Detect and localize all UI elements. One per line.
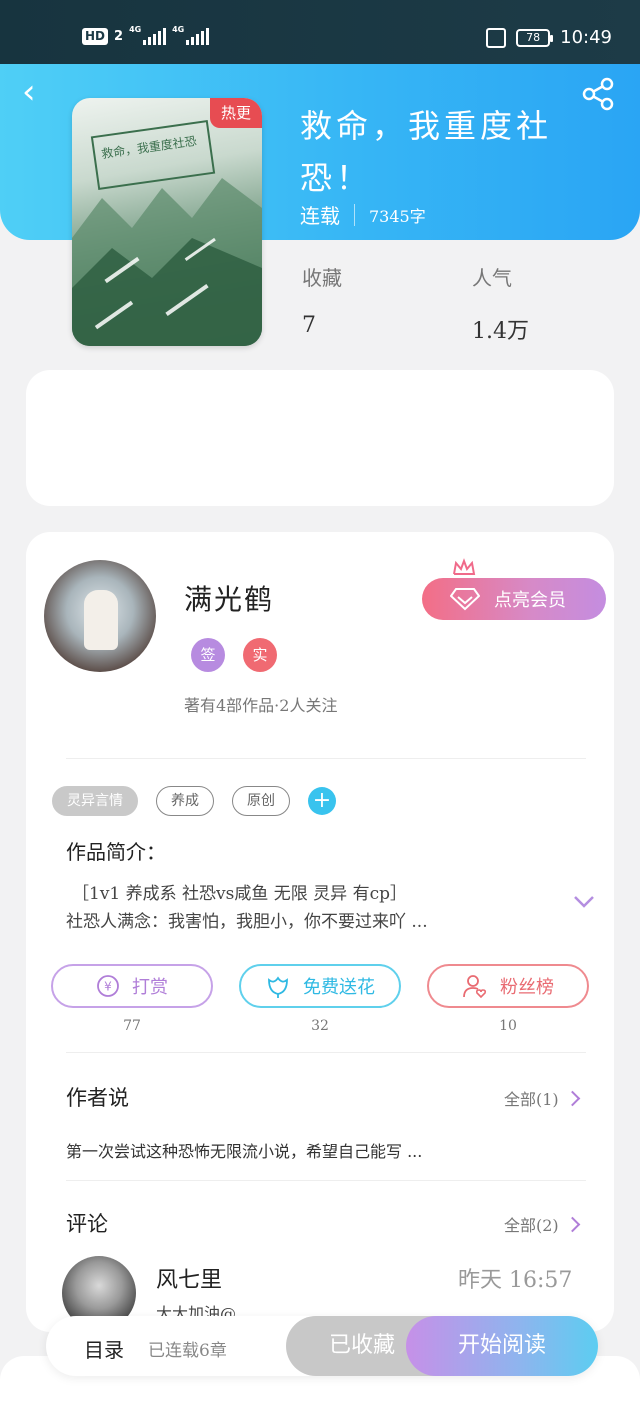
author-say-heading: 作者说 — [66, 1086, 129, 1110]
send-flower-button[interactable]: 免费送花 — [239, 964, 401, 1008]
favorites-value: 7 — [302, 313, 316, 338]
intro-text[interactable]: ［1v1 养成系 社恐vs咸鱼 无限 灵异 有cp］ 社恐人满念：我害怕，我胆小… — [66, 880, 486, 936]
intro-line: 社恐人满念：我害怕，我胆小，你不要过来吖 ... — [66, 912, 428, 932]
status-network: HD 2 4G 4G — [82, 25, 210, 45]
add-tag-button[interactable]: + — [308, 787, 336, 815]
vip-label: 点亮会员 — [494, 590, 566, 611]
vip-button[interactable]: 点亮会员 — [422, 578, 606, 620]
chevron-right-icon — [564, 1216, 580, 1232]
meta-divider — [354, 203, 355, 226]
popularity-value: 1.4万 — [472, 319, 529, 344]
status-right: 78 10:49 — [486, 27, 612, 48]
tip-button[interactable]: ¥ 打赏 — [51, 964, 213, 1008]
hd-indicator: HD — [82, 27, 109, 45]
battery-icon: 78 — [516, 28, 554, 47]
fans-count: 10 — [499, 1018, 517, 1034]
empty-card — [26, 370, 614, 506]
avatar-figure — [84, 590, 118, 650]
signal-icon: 4G — [129, 25, 167, 45]
share-icon[interactable] — [580, 76, 616, 112]
popularity-label: 人气 — [472, 266, 512, 290]
author-avatar[interactable] — [44, 560, 156, 672]
signed-badge: 签 — [191, 638, 225, 672]
book-meta: 连载 7345字 — [300, 200, 426, 229]
diamond-icon — [450, 588, 480, 611]
network-type-label: 4G — [172, 25, 185, 34]
send-flower-label: 免费送花 — [303, 977, 375, 998]
signal-icon: 4G — [172, 25, 210, 45]
hot-badge: 热更 — [210, 98, 262, 128]
word-count: 7345字 — [369, 206, 426, 226]
start-reading-button[interactable]: 开始阅读 — [406, 1316, 598, 1376]
clock: 10:49 — [560, 27, 612, 48]
user-heart-icon — [463, 975, 487, 999]
comments-all-label: 全部(2) — [504, 1216, 559, 1235]
status-bar: HD 2 4G 4G 78 10:49 — [0, 0, 640, 64]
network-type-label: 4G — [129, 25, 142, 34]
fans-rank-button[interactable]: 粉丝榜 — [427, 964, 589, 1008]
flower-icon — [268, 976, 288, 998]
chapter-count[interactable]: 已连载6章 — [148, 1336, 227, 1361]
flower-count: 32 — [311, 1018, 329, 1034]
tag-item[interactable]: 灵异言情 — [52, 786, 138, 816]
serial-status: 连载 — [300, 204, 340, 228]
intro-heading: 作品简介： — [66, 840, 166, 864]
author-stats: 著有4部作品·2人关注 — [184, 696, 338, 715]
tip-count: 77 — [123, 1018, 141, 1034]
author-say-text[interactable]: 第一次尝试这种恐怖无限流小说，希望自己能写 ... — [66, 1138, 422, 1162]
commenter-name[interactable]: 风七里 — [156, 1262, 222, 1294]
popularity-stat: 人气 1.4万 — [472, 262, 529, 345]
comments-all-link[interactable]: 全部(2) — [504, 1212, 580, 1236]
svg-text:¥: ¥ — [104, 980, 112, 994]
divider — [66, 1180, 586, 1181]
yuan-coin-icon: ¥ — [97, 975, 119, 997]
book-title: 救命，我重度社恐！ — [300, 107, 553, 197]
tag-item[interactable]: 养成 — [156, 786, 214, 816]
favorites-stat: 收藏 7 — [302, 262, 342, 338]
vibrate-icon — [486, 27, 507, 48]
comment-time: 昨天 16:57 — [458, 1268, 573, 1293]
author-name[interactable]: 满光鹤 — [184, 578, 274, 618]
divider — [66, 758, 586, 759]
tag-item[interactable]: 原创 — [232, 786, 290, 816]
intro-line: ［1v1 养成系 社恐vs咸鱼 无限 灵异 有cp］ — [72, 884, 407, 904]
author-say-all-label: 全部(1) — [504, 1090, 559, 1109]
verified-badge: 实 — [243, 638, 277, 672]
hd-number: 2 — [114, 28, 124, 44]
toc-button[interactable]: 目录 — [84, 1334, 124, 1363]
chevron-right-icon — [564, 1090, 580, 1106]
tag-list: 灵异言情 养成 原创 + — [52, 786, 336, 816]
back-arrow-icon[interactable]: ‹ — [22, 75, 54, 110]
favorites-label: 收藏 — [302, 266, 342, 290]
comments-heading: 评论 — [66, 1212, 108, 1236]
crown-icon — [453, 558, 476, 575]
author-say-all-link[interactable]: 全部(1) — [504, 1086, 580, 1110]
tip-label: 打赏 — [132, 977, 168, 998]
book-cover[interactable]: 救命，我重度社恐 热更 — [72, 98, 262, 346]
divider — [66, 1052, 586, 1053]
chevron-down-icon[interactable] — [572, 894, 596, 910]
fans-rank-label: 粉丝榜 — [500, 977, 554, 998]
